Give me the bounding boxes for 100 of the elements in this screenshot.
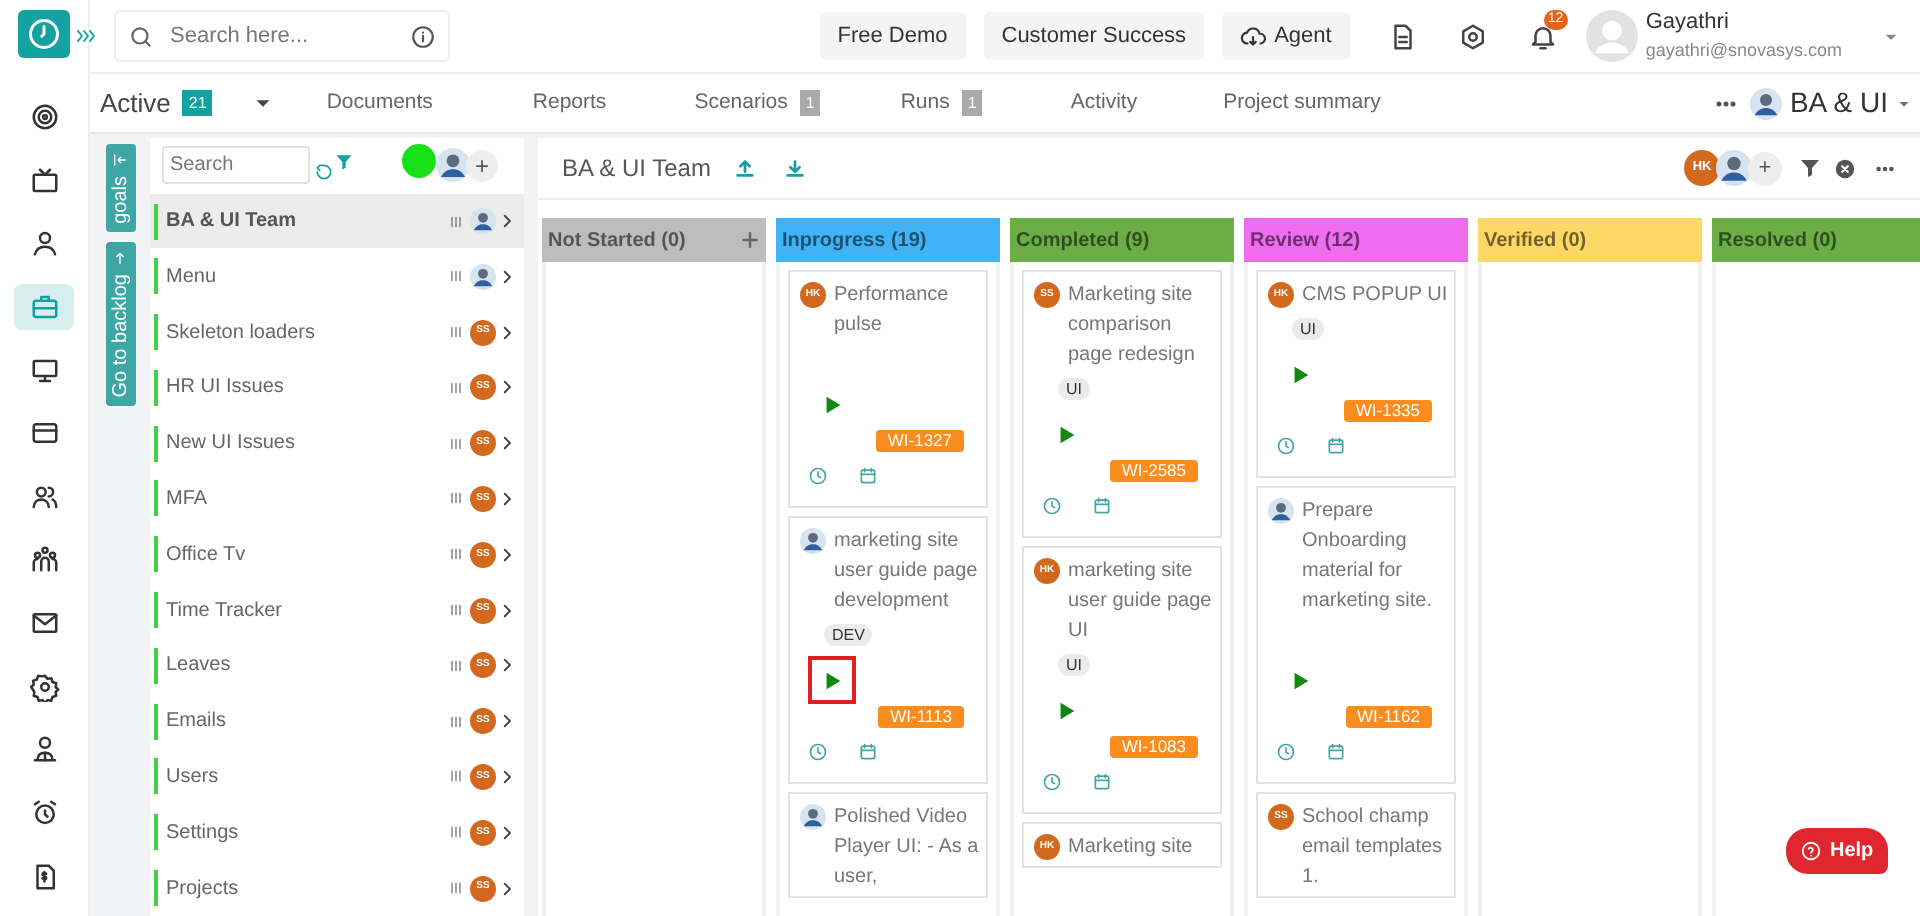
chevron-right-icon[interactable] xyxy=(498,767,516,786)
header-button[interactable]: Customer Success xyxy=(983,12,1205,60)
tab[interactable]: Reports xyxy=(532,87,607,119)
card-title: Prepare Onboarding material for marketing site. xyxy=(1302,498,1435,616)
filter-icon[interactable] xyxy=(1798,156,1822,180)
bars-icon xyxy=(448,324,464,341)
work-item-id: WI-1327 xyxy=(875,430,964,452)
add-icon[interactable] xyxy=(740,230,760,250)
mail-icon xyxy=(29,608,59,639)
work-item-id: WI-1335 xyxy=(1343,400,1432,422)
user-silhouette-icon xyxy=(800,528,826,554)
chevron-right-icon[interactable] xyxy=(498,212,516,230)
tab[interactable]: Active 21 xyxy=(100,83,275,123)
user-icon xyxy=(29,228,59,259)
clock-icon[interactable] xyxy=(1042,772,1062,792)
clock-icon[interactable] xyxy=(1042,496,1062,516)
goal-item[interactable]: Menu xyxy=(150,248,524,305)
clock-icon[interactable] xyxy=(1276,742,1296,762)
chevron-right-icon[interactable] xyxy=(498,601,516,620)
clock-icon[interactable] xyxy=(808,742,828,762)
users-icon xyxy=(29,481,59,512)
tab[interactable]: Project summary xyxy=(1223,87,1381,119)
project-selector[interactable]: BA & UI xyxy=(1749,82,1912,124)
user-silhouette-icon xyxy=(1749,87,1782,119)
upload-icon[interactable] xyxy=(734,157,757,179)
chevron-right-icon[interactable] xyxy=(498,434,516,453)
header-button[interactable]: Agent xyxy=(1222,12,1350,60)
clear-icon[interactable] xyxy=(1834,157,1856,179)
column-header: Inprogress (19) xyxy=(776,218,1000,262)
calendar-icon[interactable] xyxy=(1326,436,1346,456)
chevron-right-icon[interactable] xyxy=(498,823,516,842)
bars-icon xyxy=(448,213,464,229)
add-member-button[interactable]: + xyxy=(466,149,498,182)
card-title: Marketing site comparison page redesign xyxy=(1068,282,1197,370)
user-silhouette-icon xyxy=(1268,498,1294,524)
bars-icon xyxy=(448,768,464,785)
tab[interactable]: Activity xyxy=(1070,87,1138,119)
settings-icon[interactable] xyxy=(1457,21,1488,51)
settings-icon xyxy=(29,671,59,702)
card-title: School champ email templates 1. xyxy=(1302,804,1445,892)
app-logo[interactable] xyxy=(18,10,70,58)
clock-icon[interactable] xyxy=(1276,436,1296,456)
task-card[interactable]: Polished Video Player UI: - As a user, xyxy=(788,792,988,898)
expand-icon[interactable] xyxy=(74,24,98,48)
play-icon xyxy=(1055,699,1077,721)
user-silhouette-icon xyxy=(800,804,826,830)
board-title: BA & UI Team xyxy=(562,152,711,186)
tag-label: DEV xyxy=(824,623,873,645)
goal-item[interactable]: BA & UI Team xyxy=(150,193,524,249)
chevron-right-icon[interactable] xyxy=(498,712,516,731)
cloud-icon xyxy=(1240,23,1267,49)
card-title: CMS POPUP UI xyxy=(1302,282,1448,310)
side-tab[interactable]: goals xyxy=(105,144,135,232)
clock-icon[interactable] xyxy=(808,466,828,486)
calendar-icon[interactable] xyxy=(858,742,878,762)
card-icon xyxy=(29,418,59,449)
tag-label: UI xyxy=(1292,317,1324,339)
count-badge: 21 xyxy=(182,90,213,116)
calendar-icon[interactable] xyxy=(858,466,878,486)
header-button[interactable]: Free Demo xyxy=(819,12,966,60)
notification-icon[interactable] xyxy=(1527,21,1558,51)
calendar-icon[interactable] xyxy=(1092,772,1112,792)
calendar-icon[interactable] xyxy=(1326,742,1346,762)
task-card[interactable]: marketing site user guide page development DEV WI-1113 xyxy=(788,516,988,784)
chevron-right-icon[interactable] xyxy=(498,378,516,397)
chevron-right-icon[interactable] xyxy=(498,267,516,286)
play-button[interactable] xyxy=(808,656,856,704)
calendar-icon[interactable] xyxy=(1092,496,1112,516)
chevron-right-icon[interactable] xyxy=(498,545,516,564)
chevron-right-icon[interactable] xyxy=(498,489,516,508)
play-icon xyxy=(1289,363,1311,385)
play-icon xyxy=(821,393,843,415)
chevron-right-icon[interactable] xyxy=(498,323,516,342)
column-header: Not Started (0) xyxy=(542,218,766,262)
work-item-id: WI-1162 xyxy=(1345,706,1432,728)
search-input[interactable]: Search here... xyxy=(170,14,394,58)
task-card[interactable]: Prepare Onboarding material for marketing site. WI-1162 xyxy=(1256,486,1456,784)
help-button[interactable]: Help xyxy=(1786,828,1888,874)
bars-icon xyxy=(448,824,464,841)
search-field[interactable]: Search here... xyxy=(114,10,450,62)
refresh-icon[interactable] xyxy=(314,161,334,182)
search-field[interactable]: Search xyxy=(162,146,310,185)
tab[interactable]: Documents xyxy=(326,87,433,119)
user-silhouette-icon xyxy=(436,148,470,183)
filter-icon[interactable] xyxy=(334,152,354,173)
chevron-right-icon[interactable] xyxy=(498,879,516,898)
chevron-right-icon[interactable] xyxy=(498,656,516,675)
add-member-button[interactable]: + xyxy=(1748,151,1782,185)
bars-icon xyxy=(448,713,464,730)
count-badge: 1 xyxy=(961,90,983,116)
tab[interactable]: Runs 1 xyxy=(900,87,983,119)
column-header: Completed (9) xyxy=(1010,218,1234,262)
tab[interactable]: Scenarios 1 xyxy=(694,87,821,119)
info-icon xyxy=(410,23,436,49)
tv-icon xyxy=(29,165,59,196)
side-tab[interactable]: Go to backlog xyxy=(105,241,135,406)
user-name: Gayathri xyxy=(1645,8,1731,36)
work-item-id: WI-1083 xyxy=(1109,736,1198,758)
download-icon[interactable] xyxy=(784,157,807,179)
user-email: gayathri@snovasys.com xyxy=(1645,38,1842,64)
